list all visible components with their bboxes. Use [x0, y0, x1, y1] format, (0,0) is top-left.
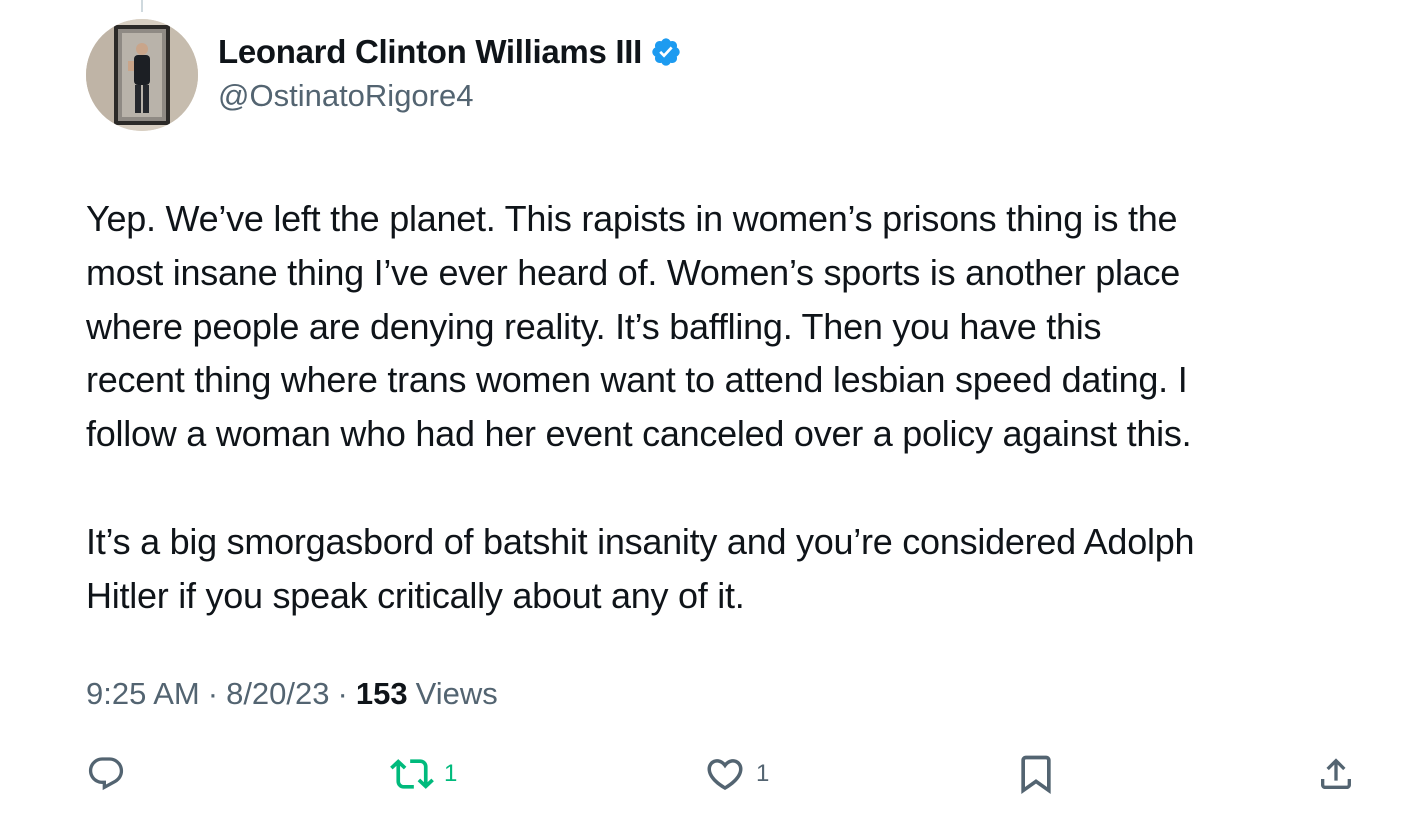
avatar[interactable] — [86, 19, 198, 131]
meta-separator: · — [207, 676, 219, 711]
tweet-time[interactable]: 9:25 AM — [86, 676, 200, 712]
bookmark-button[interactable] — [1014, 750, 1058, 798]
tweet-metadata: 9:25 AM · 8/20/23 · 153 Views — [86, 676, 498, 712]
like-count: 1 — [756, 760, 770, 787]
retweet-button[interactable]: 1 — [390, 750, 457, 798]
meta-separator: · — [337, 676, 348, 711]
share-button[interactable] — [1316, 750, 1356, 798]
author-name-row[interactable]: Leonard Clinton Williams III — [218, 30, 682, 74]
retweet-count: 1 — [444, 760, 458, 787]
tweet-paragraph: Yep. We’ve left the planet. This rapists… — [86, 198, 1192, 455]
verified-badge-icon[interactable] — [650, 36, 682, 68]
tweet-date[interactable]: 8/20/23 — [226, 676, 329, 712]
display-name[interactable]: Leonard Clinton Williams III — [218, 33, 642, 71]
tweet-text: Yep. We’ve left the planet. This rapists… — [86, 192, 1376, 622]
bookmark-icon — [1021, 755, 1051, 795]
like-button[interactable]: 1 — [704, 750, 769, 798]
share-icon — [1321, 758, 1351, 789]
thread-connector-line — [141, 0, 143, 12]
author-handle[interactable]: @OstinatoRigore4 — [218, 78, 473, 114]
tweet-paragraph: It’s a big smorgasbord of batshit insani… — [86, 520, 1195, 616]
avatar-photo — [86, 19, 198, 131]
reply-button[interactable] — [86, 750, 126, 798]
views-count: 153 — [355, 676, 408, 711]
retweet-icon — [390, 759, 434, 789]
heart-icon — [707, 759, 743, 791]
views-label: Views — [415, 676, 498, 711]
reply-icon — [88, 757, 124, 791]
